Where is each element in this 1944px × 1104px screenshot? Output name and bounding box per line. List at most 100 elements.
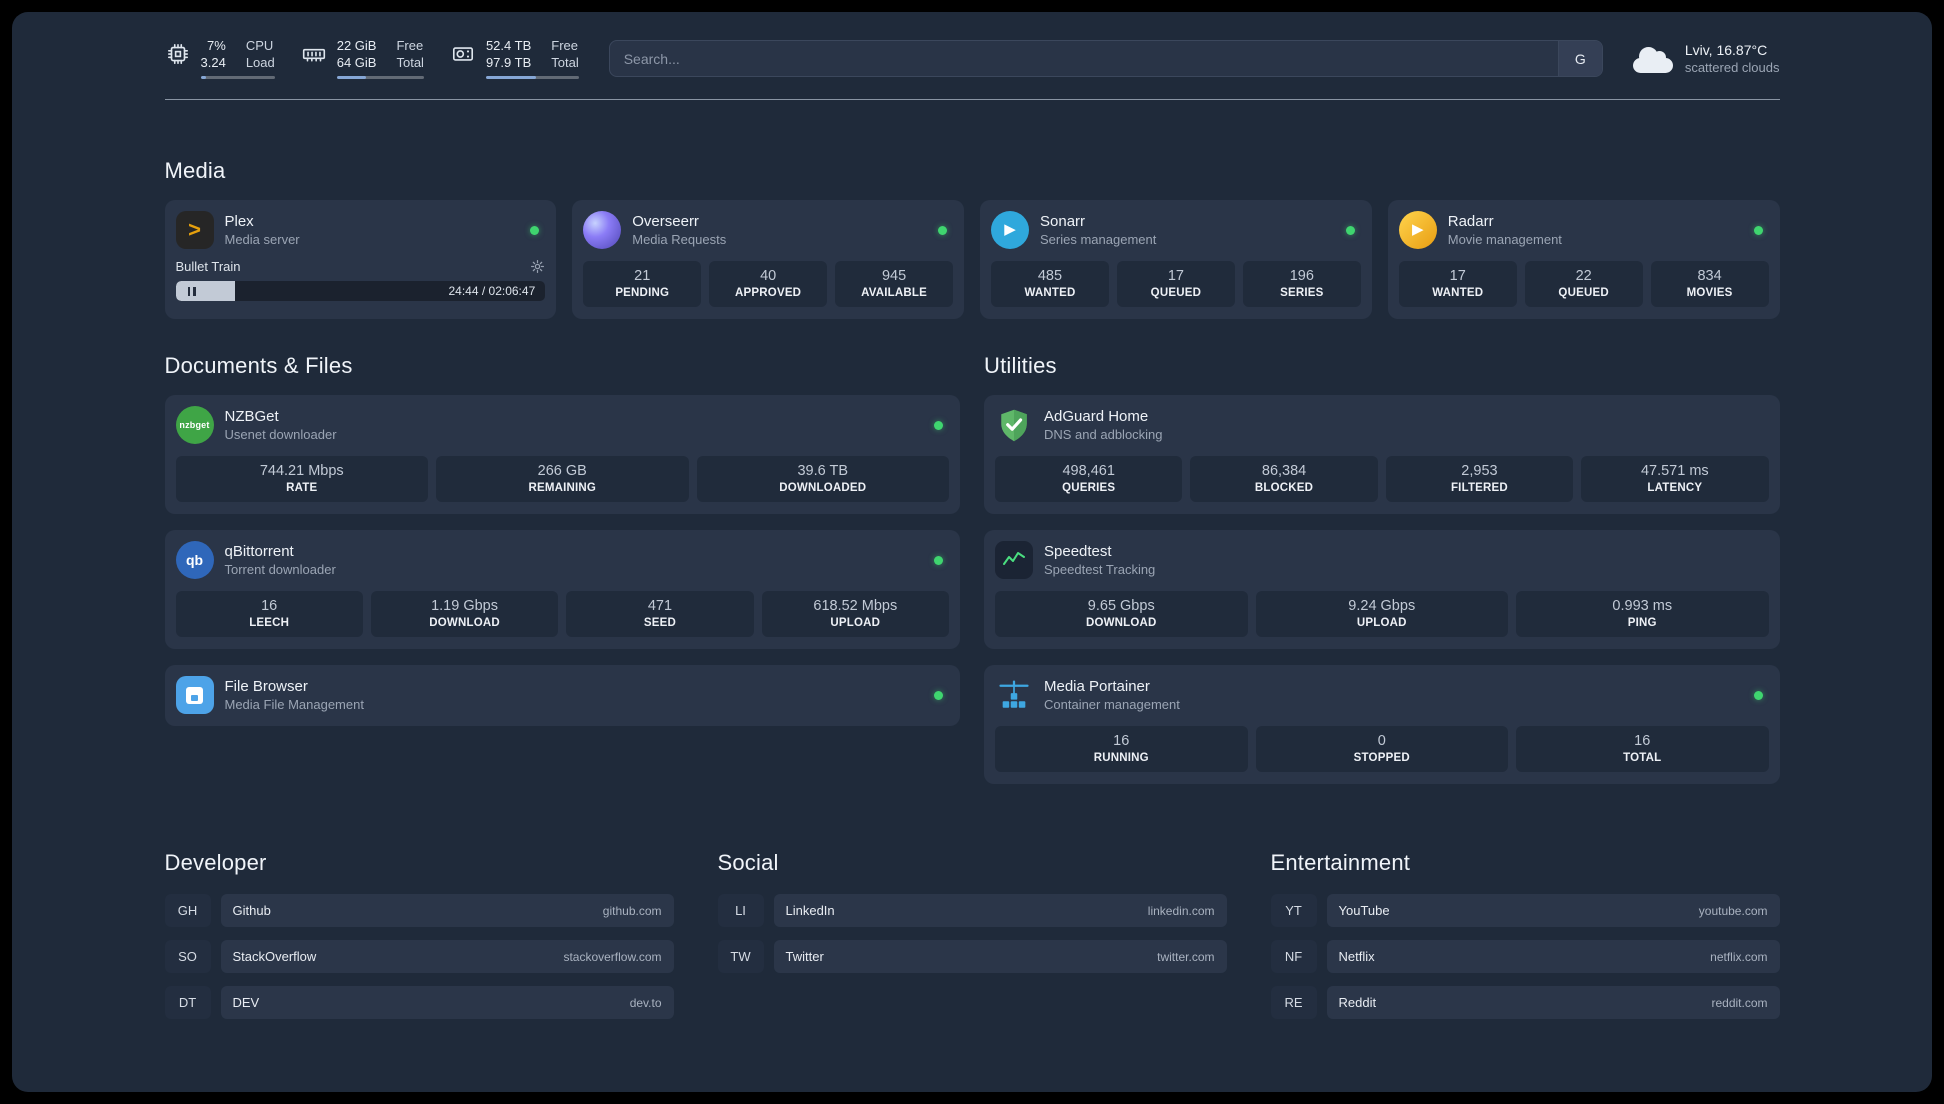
bookmark-twitter[interactable]: TW Twitter twitter.com <box>717 940 1227 973</box>
service-card-portainer[interactable]: Media Portainer Container management 16 R… <box>984 665 1780 784</box>
pause-icon[interactable] <box>187 286 196 296</box>
service-title: Media Portainer <box>1044 678 1150 695</box>
service-card-plex[interactable]: > Plex Media server Bullet Train 24:44 /… <box>164 200 557 319</box>
status-dot <box>938 225 947 235</box>
service-title: Radarr <box>1447 213 1494 230</box>
service-card-sonarr[interactable]: ▶ Sonarr Series management 485 WANTED 17 Q… <box>980 200 1372 319</box>
playback-progress-fill <box>175 281 235 301</box>
stat-pending: 21 PENDING <box>583 261 702 307</box>
service-card-filebrowser[interactable]: File Browser Media File Management <box>164 665 960 726</box>
bookmark-netflix[interactable]: NF Netflix netflix.com <box>1270 940 1780 973</box>
radarr-icon: ▶ <box>1398 211 1437 249</box>
bookmark-github[interactable]: GH Github github.com <box>164 894 674 927</box>
memory-progress-fill <box>336 76 367 79</box>
playback-progress-bar[interactable]: 24:44 / 02:06:47 <box>175 281 546 301</box>
service-card-adguard[interactable]: AdGuard Home DNS and adblocking 498,461 Q… <box>984 395 1780 514</box>
cloud-icon <box>1632 47 1673 73</box>
overseerr-icon <box>583 211 622 249</box>
disk-widget: 52.4 TB Free 97.9 TB Total <box>450 38 579 79</box>
weather-widget: Lviv, 16.87°C scattered clouds <box>1632 42 1780 75</box>
plex-now-playing: Bullet Train 24:44 / 02:06:47 <box>175 259 546 301</box>
bookmark-name: DEV <box>232 995 260 1010</box>
status-dot <box>1753 225 1763 235</box>
disk-progress-fill <box>485 76 537 79</box>
qbittorrent-icon: qb <box>175 541 214 579</box>
service-title: Plex <box>224 213 254 230</box>
memory-icon <box>301 41 327 67</box>
section-heading-utilities: Utilities <box>984 353 1057 378</box>
bookmark-abbr: SO <box>164 940 211 973</box>
now-playing-track: Bullet Train <box>175 259 241 274</box>
service-title: AdGuard Home <box>1044 408 1149 425</box>
bookmark-reddit[interactable]: RE Reddit reddit.com <box>1270 986 1780 1019</box>
stat-seed: 471 SEED <box>566 591 754 637</box>
service-subtitle: Media File Management <box>224 697 364 712</box>
stat-total: 16 TOTAL <box>1516 726 1769 772</box>
service-card-nzbget[interactable]: nzbget NZBGet Usenet downloader 744.21 M… <box>164 395 960 514</box>
stat-ping: 0.993 ms PING <box>1516 591 1769 637</box>
bookmark-linkedin[interactable]: LI LinkedIn linkedin.com <box>717 894 1227 927</box>
bookmark-stackoverflow[interactable]: SO StackOverflow stackoverflow.com <box>164 940 674 973</box>
stat-stopped: 0 STOPPED <box>1255 726 1508 772</box>
bookmark-url: youtube.com <box>1698 903 1768 918</box>
service-card-qbittorrent[interactable]: qb qBittorrent Torrent downloader 16 LEEC… <box>164 530 960 649</box>
stat-upload: 618.52 Mbps UPLOAD <box>761 591 949 637</box>
stat-blocked: 86,384 BLOCKED <box>1190 456 1378 502</box>
service-title: qBittorrent <box>224 543 294 560</box>
cpu-load-value: 3.24 <box>200 55 226 70</box>
bookmark-url: stackoverflow.com <box>563 949 662 964</box>
cpu-load-label: Load <box>245 55 275 70</box>
service-card-overseerr[interactable]: Overseerr Media Requests 21 PENDING 40 APP… <box>572 200 964 319</box>
service-title: Speedtest <box>1044 543 1112 560</box>
disk-progress-bar <box>485 76 579 79</box>
status-dot <box>530 225 540 235</box>
search-input[interactable] <box>609 41 1558 76</box>
dashboard: 7% CPU 3.24 Load 22 GiB Free 64 GiB Tota… <box>12 12 1932 1092</box>
stat-wanted: 485 WANTED <box>991 261 1109 307</box>
bookmark-name: YouTube <box>1338 903 1390 918</box>
memory-total-value: 64 GiB <box>336 55 377 70</box>
playback-time: 24:44 / 02:06:47 <box>448 284 536 298</box>
status-dot <box>934 420 943 430</box>
cpu-progress-bar <box>200 76 275 79</box>
section-heading-entertainment: Entertainment <box>1270 850 1411 875</box>
memory-widget: 22 GiB Free 64 GiB Total <box>301 38 424 79</box>
stat-rate: 744.21 Mbps RATE <box>175 456 428 502</box>
service-subtitle: Media server <box>224 232 300 247</box>
memory-free-value: 22 GiB <box>336 38 377 53</box>
search-provider-button[interactable]: G <box>1557 41 1602 76</box>
service-subtitle: Container management <box>1044 697 1180 712</box>
cpu-progress-fill <box>200 76 206 79</box>
stat-running: 16 RUNNING <box>995 726 1248 772</box>
memory-total-label: Total <box>396 55 424 70</box>
bookmark-abbr: GH <box>164 894 211 927</box>
stat-available: 945 AVAILABLE <box>835 261 954 307</box>
bookmarks: Developer GH Github github.com SO StackOv… <box>164 850 1780 1067</box>
gear-icon[interactable] <box>530 259 545 274</box>
bookmark-group-entertainment: Entertainment YT YouTube youtube.com NF N… <box>1270 850 1780 1019</box>
service-card-speedtest[interactable]: Speedtest Speedtest Tracking 9.65 Gbps DO… <box>984 530 1780 649</box>
bookmark-youtube[interactable]: YT YouTube youtube.com <box>1270 894 1780 927</box>
service-title: Sonarr <box>1040 213 1086 230</box>
bookmark-name: Github <box>232 903 271 918</box>
stat-queued: 17 QUEUED <box>1116 261 1235 307</box>
stat-remaining: 266 GB REMAINING <box>436 456 689 502</box>
bookmark-abbr: DT <box>164 986 211 1019</box>
bookmark-group-social: Social LI LinkedIn linkedin.com TW Twitte… <box>717 850 1227 973</box>
status-dot <box>1345 225 1355 235</box>
weather-location: Lviv, 16.87°C <box>1684 42 1768 58</box>
resource-widgets: 7% CPU 3.24 Load 22 GiB Free 64 GiB Tota… <box>165 38 579 79</box>
stat-approved: 40 APPROVED <box>709 261 828 307</box>
cpu-widget: 7% CPU 3.24 Load <box>165 38 275 79</box>
bookmark-name: LinkedIn <box>785 903 835 918</box>
memory-free-label: Free <box>396 38 424 53</box>
service-subtitle: Usenet downloader <box>224 427 337 442</box>
bookmark-dev[interactable]: DT DEV dev.to <box>164 986 674 1019</box>
bookmark-abbr: RE <box>1270 986 1317 1019</box>
cpu-usage-label: CPU <box>245 38 274 53</box>
service-subtitle: Movie management <box>1447 232 1562 247</box>
bookmark-name: StackOverflow <box>232 949 317 964</box>
service-card-radarr[interactable]: ▶ Radarr Movie management 17 WANTED 22 QUE… <box>1387 200 1780 319</box>
status-dot <box>934 690 943 700</box>
bookmark-abbr: TW <box>717 940 764 973</box>
